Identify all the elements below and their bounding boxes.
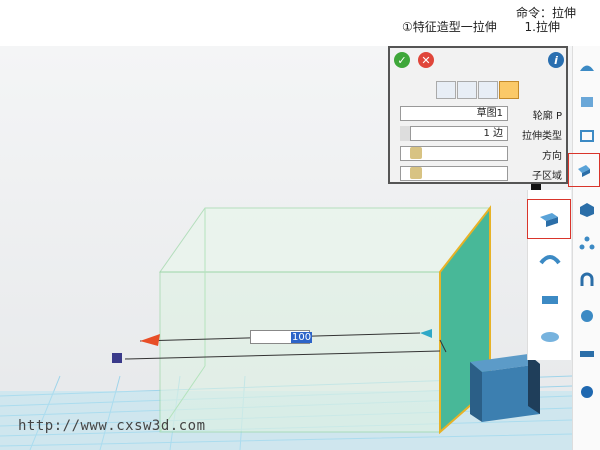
- dropdown-arrow-icon[interactable]: [400, 126, 411, 141]
- feature-modeling-icon[interactable]: [568, 153, 600, 187]
- direction-label: 方向: [542, 151, 562, 162]
- loft-feature-button[interactable]: [534, 322, 566, 350]
- sketch-icon[interactable]: [575, 90, 599, 114]
- extrude-type-label: 拉伸类型: [522, 131, 562, 142]
- loft-icon: [541, 332, 559, 342]
- cancel-x-icon[interactable]: ✕: [418, 52, 434, 68]
- command-hint: ①特征造型一拉伸: [402, 20, 497, 34]
- panel-header: ✓ ✕ i: [390, 48, 566, 70]
- measure-icon[interactable]: [575, 342, 599, 366]
- extrude-mode-toolbar: [436, 81, 519, 99]
- right-toolbar: [568, 46, 600, 450]
- view-icon[interactable]: [575, 54, 599, 78]
- feature-flyout-menu: [527, 190, 571, 360]
- arrow-head-left: [140, 334, 160, 346]
- extrude-property-panel: ✓ ✕ i 草图1 轮廓 P 1 边 拉伸类型 方向 子区域: [388, 46, 568, 184]
- pick-subregion-icon[interactable]: [410, 167, 422, 179]
- command-step: 1.拉伸: [524, 20, 560, 34]
- extrude-feature-button[interactable]: [527, 199, 571, 239]
- blue-cube[interactable]: [470, 354, 540, 422]
- pattern-icon[interactable]: [575, 232, 599, 256]
- profile-label: 轮廓 P: [532, 111, 562, 122]
- extrude-type-select[interactable]: 1 边: [400, 126, 508, 141]
- revolve-feature-button[interactable]: [534, 246, 566, 274]
- profile-row: 草图1 轮廓 P: [396, 106, 562, 122]
- mode-intersect-icon[interactable]: [457, 81, 477, 99]
- plane-icon[interactable]: [575, 124, 599, 148]
- revolve-icon: [539, 255, 561, 265]
- watermark: http://www.cxsw3d.com: [18, 418, 206, 434]
- mode-basic-icon[interactable]: [499, 81, 519, 99]
- ok-check-icon[interactable]: ✓: [394, 52, 410, 68]
- arrow-origin-marker: [112, 353, 122, 363]
- direction-row: 方向: [396, 146, 562, 162]
- subregion-label: 子区域: [532, 171, 562, 182]
- extrude-type-row: 1 边 拉伸类型: [396, 126, 562, 142]
- sphere-cut-icon[interactable]: [575, 304, 599, 328]
- mode-subtract-icon[interactable]: [436, 81, 456, 99]
- sweep-feature-button[interactable]: [534, 286, 566, 314]
- primitive-box-icon[interactable]: [575, 198, 599, 222]
- command-bar: 命令：拉伸 1.拉伸 ①特征造型一拉伸: [0, 0, 600, 46]
- profile-field[interactable]: 草图1: [400, 106, 508, 121]
- extrude-icon: [540, 213, 558, 227]
- pick-direction-icon[interactable]: [410, 147, 422, 159]
- dimension-input[interactable]: 100: [250, 330, 313, 344]
- info-icon[interactable]: i: [548, 52, 564, 68]
- sweep-icon: [542, 296, 558, 304]
- render-sphere-icon[interactable]: [575, 380, 599, 404]
- subregion-row: 子区域: [396, 166, 562, 182]
- mode-merge-icon[interactable]: [478, 81, 498, 99]
- magnet-icon[interactable]: [575, 268, 599, 292]
